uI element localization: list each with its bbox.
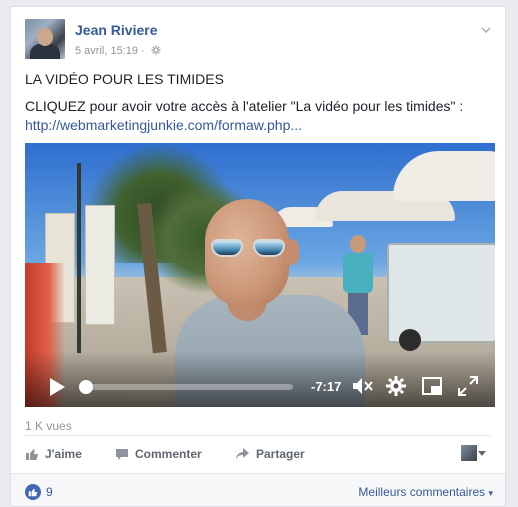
reaction-summary[interactable]: 9 (25, 484, 53, 500)
picture-in-picture-icon[interactable] (421, 375, 443, 397)
video-player[interactable]: -7:17 (25, 143, 495, 407)
gear-icon[interactable] (151, 45, 161, 55)
video-scrubber[interactable] (79, 380, 293, 394)
share-icon (236, 448, 249, 460)
time-remaining: -7:17 (311, 379, 342, 394)
post-timestamp[interactable]: 5 avril, 15:19 (75, 45, 138, 57)
mute-icon[interactable] (351, 375, 373, 397)
post-header: Jean Riviere 5 avril, 15:19 · (25, 17, 495, 59)
video-controls: -7:17 (25, 351, 495, 407)
author-name[interactable]: Jean Riviere (75, 22, 158, 38)
caret-down-icon (478, 451, 486, 456)
author-avatar[interactable] (25, 19, 65, 59)
like-reaction-icon (25, 484, 41, 500)
comment-label: Commenter (135, 447, 202, 461)
thumbs-up-icon (26, 449, 38, 460)
comment-button[interactable]: Commenter (115, 443, 202, 465)
post-body-text: CLIQUEZ pour avoir votre accès à l'ateli… (25, 98, 464, 114)
post-card: Jean Riviere 5 avril, 15:19 · LA VIDÉO P… (10, 6, 506, 507)
mini-avatar (461, 445, 477, 461)
post-meta: 5 avril, 15:19 · (75, 45, 161, 57)
post-footer: 9 Meilleurs commentaires ▾ (11, 473, 505, 506)
chevron-down-icon[interactable] (479, 23, 493, 37)
audience-selector[interactable] (461, 445, 491, 461)
comment-sort-dropdown[interactable]: Meilleurs commentaires ▾ (358, 485, 493, 499)
share-label: Partager (256, 447, 305, 461)
post-link[interactable]: http://webmarketingjunkie.com/formaw.php… (25, 117, 302, 133)
settings-icon[interactable] (385, 375, 407, 397)
post-title: LA VIDÉO POUR LES TIMIDES (25, 71, 224, 87)
play-icon[interactable] (47, 377, 67, 397)
comment-icon (116, 449, 128, 460)
fullscreen-icon[interactable] (457, 375, 479, 397)
caret-down-icon: ▾ (488, 488, 493, 498)
share-button[interactable]: Partager (235, 443, 305, 465)
divider (25, 435, 491, 436)
like-count: 9 (46, 485, 53, 499)
action-bar: J'aime Commenter Partager (25, 439, 491, 469)
like-button[interactable]: J'aime (25, 443, 82, 465)
post-body: CLIQUEZ pour avoir votre accès à l'ateli… (25, 97, 491, 135)
like-label: J'aime (45, 447, 82, 461)
scrubber-knob[interactable] (79, 380, 93, 394)
sort-label: Meilleurs commentaires (358, 485, 486, 499)
view-count: 1 K vues (25, 419, 72, 433)
